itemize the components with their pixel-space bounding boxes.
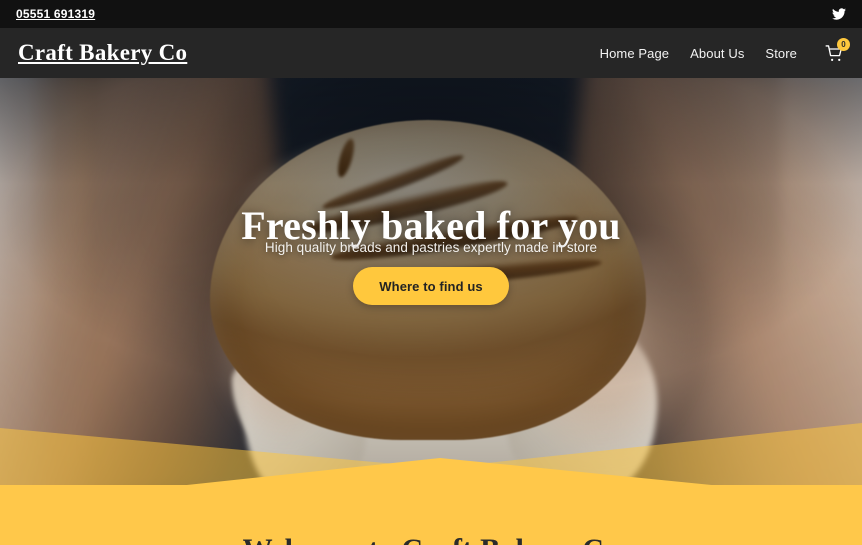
nav-item-store[interactable]: Store [765,46,797,61]
social-links [832,7,846,21]
cart-button[interactable]: 0 [822,38,850,65]
nav-item-home-page[interactable]: Home Page [600,46,670,61]
welcome-section: Welcome to Craft Bakery Co [0,485,862,545]
twitter-icon[interactable] [832,7,846,21]
site-header: Craft Bakery Co Home Page About Us Store… [0,28,862,78]
hero-cta-container: Where to find us [0,267,862,305]
main-navigation: Home Page About Us Store 0 [600,38,850,65]
top-utility-bar: 05551 691319 [0,0,862,28]
nav-item-about-us[interactable]: About Us [690,46,744,61]
brand-logo[interactable]: Craft Bakery Co [18,40,187,66]
hero-subtitle: High quality breads and pastries expertl… [264,240,598,255]
welcome-heading: Welcome to Craft Bakery Co [0,533,862,545]
where-to-find-us-button[interactable]: Where to find us [353,267,509,305]
cart-count-badge: 0 [837,38,850,51]
phone-number-link[interactable]: 05551 691319 [16,7,95,21]
hero-section: Freshly baked for you High quality bread… [0,78,862,485]
